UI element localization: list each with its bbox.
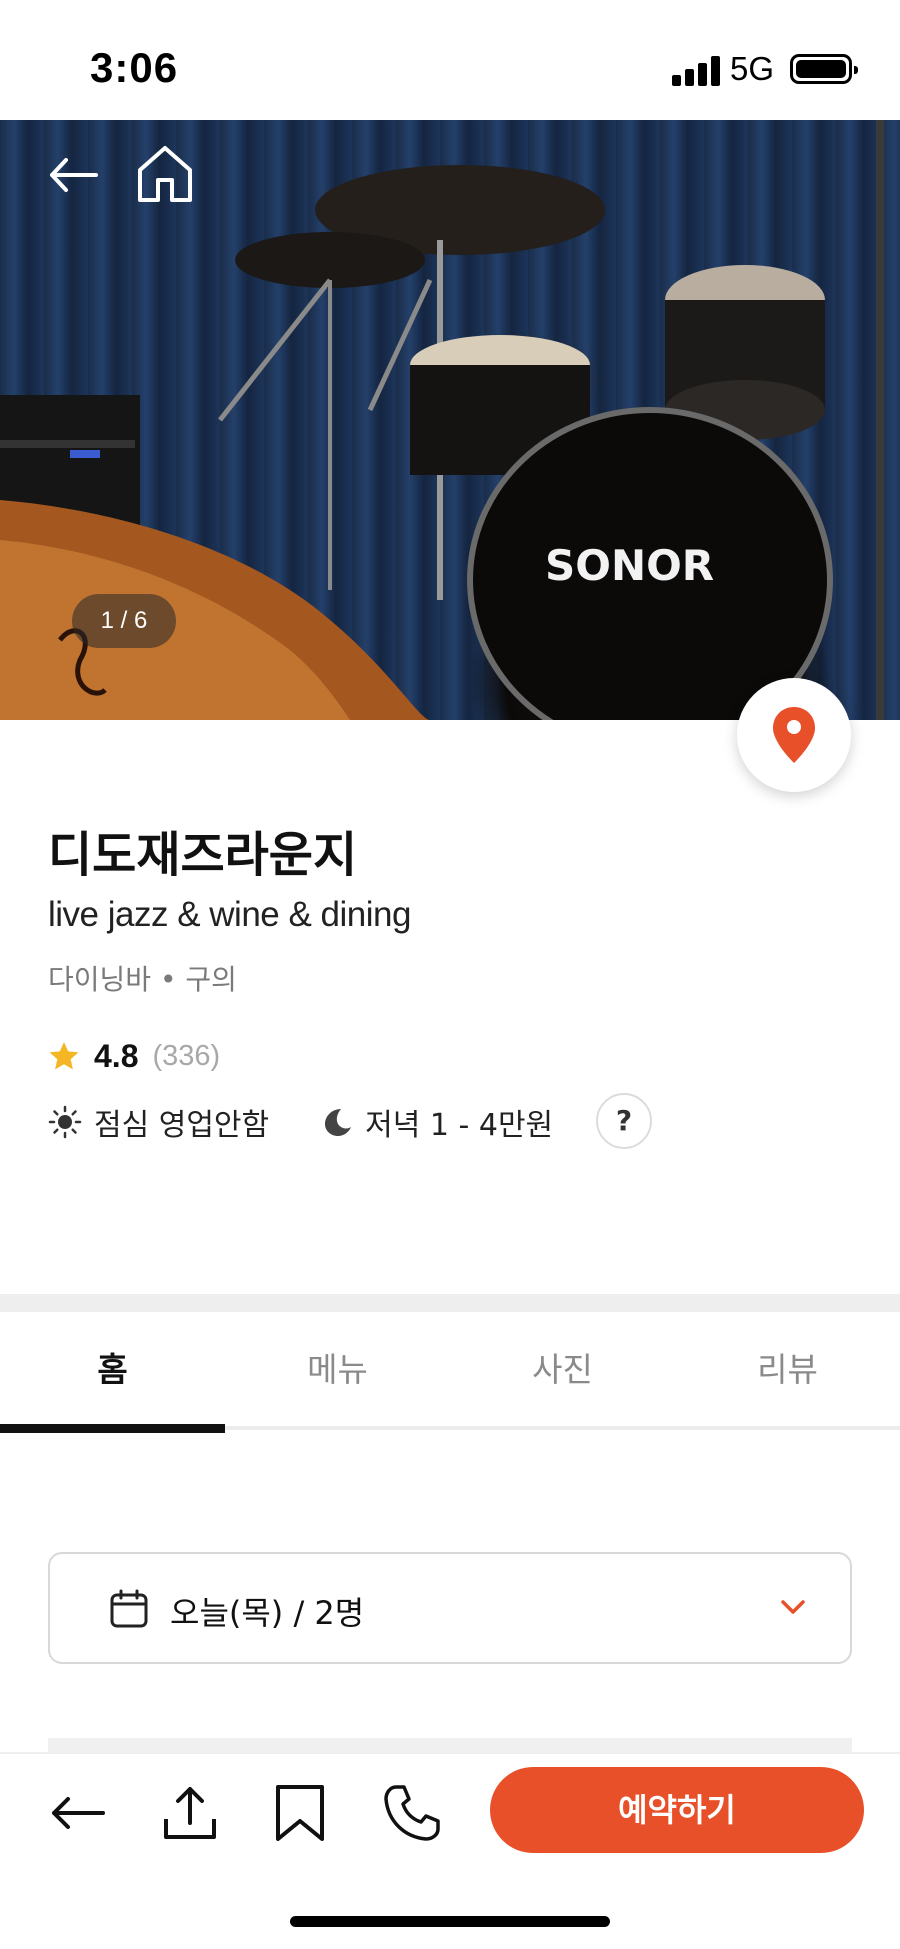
home-button[interactable] xyxy=(132,140,198,206)
chevron-down-icon xyxy=(781,1600,805,1614)
bookmark-button[interactable] xyxy=(270,1783,330,1843)
battery-icon xyxy=(790,54,858,84)
bookmark-icon xyxy=(276,1785,324,1841)
tab-photos[interactable]: 사진 xyxy=(450,1312,675,1436)
share-button[interactable] xyxy=(160,1783,220,1843)
tab-menu[interactable]: 메뉴 xyxy=(225,1312,450,1436)
date-party-selector[interactable]: 오늘(목) / 2명 xyxy=(48,1552,852,1664)
status-time: 3:06 xyxy=(90,44,179,91)
reserve-button[interactable]: 예약하기 xyxy=(490,1767,864,1853)
home-icon xyxy=(138,146,192,202)
call-button[interactable] xyxy=(382,1783,442,1843)
moon-icon xyxy=(325,1109,352,1136)
back-arrow-icon xyxy=(52,1797,105,1829)
star-icon xyxy=(49,1042,79,1070)
drum-brand-label: SONOR xyxy=(545,541,714,590)
signal-icon xyxy=(672,56,720,86)
tab-reviews[interactable]: 리뷰 xyxy=(675,1312,900,1436)
lunch-info: 점심 영업안함 xyxy=(94,1108,270,1143)
calendar-icon xyxy=(110,1589,148,1628)
share-icon xyxy=(164,1787,216,1839)
map-pin-icon xyxy=(773,707,815,763)
restaurant-name: 디도재즈라운지 xyxy=(48,827,358,883)
rating-row[interactable]: 4.8 (336) xyxy=(48,1036,220,1076)
image-counter: 1 / 6 xyxy=(72,594,176,648)
dinner-price-info: 저녁 1 - 4만원 xyxy=(365,1108,554,1143)
phone-icon xyxy=(384,1785,440,1841)
restaurant-tagline: live jazz & wine & dining xyxy=(48,895,411,934)
map-button[interactable] xyxy=(737,678,851,792)
date-party-value: 오늘(목) / 2명 xyxy=(170,1594,365,1632)
network-label: 5G xyxy=(730,50,775,87)
rating-value: 4.8 xyxy=(94,1037,139,1074)
tab-active-indicator xyxy=(0,1424,225,1433)
back-button[interactable] xyxy=(44,150,104,200)
tab-home[interactable]: 홈 xyxy=(0,1312,225,1436)
bottom-back-button[interactable] xyxy=(48,1783,108,1843)
section-divider xyxy=(0,1294,900,1312)
sun-icon xyxy=(48,1105,82,1139)
back-arrow-icon xyxy=(50,158,98,192)
home-indicator xyxy=(290,1916,610,1927)
restaurant-category: 다이닝바 • 구의 xyxy=(48,963,237,996)
hours-row: 점심 영업안함 저녁 1 - 4만원 xyxy=(48,1100,553,1144)
review-count: (336) xyxy=(152,1039,221,1072)
price-help-button[interactable]: ? xyxy=(596,1093,652,1149)
tab-bar: 홈 메뉴 사진 리뷰 xyxy=(0,1312,900,1436)
